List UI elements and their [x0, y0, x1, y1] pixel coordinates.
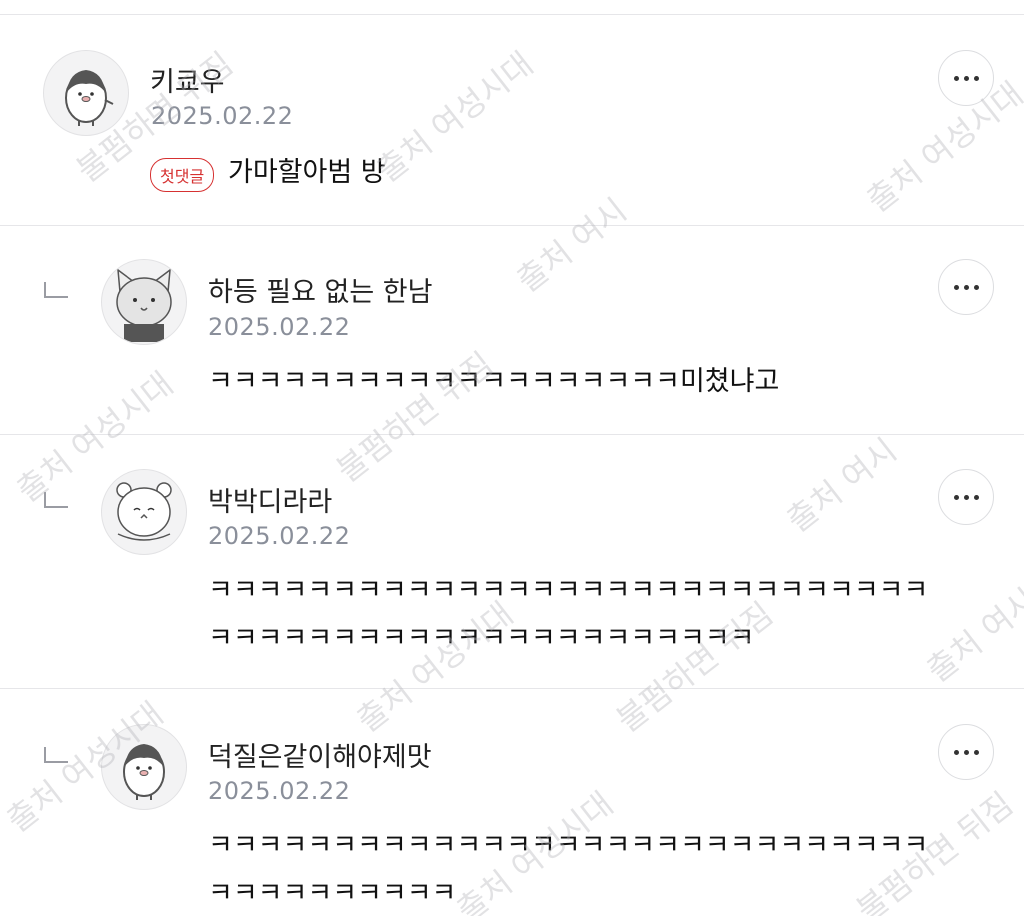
reply-arrow-icon [44, 492, 68, 508]
divider [0, 225, 1024, 226]
more-dot-icon [953, 494, 959, 500]
watermark-text: 출처 여시 [779, 430, 904, 540]
reply-arrow-icon [44, 747, 68, 763]
more-dot-icon [973, 494, 979, 500]
watermark-text: 출처 여시 [509, 190, 634, 300]
more-options-button[interactable] [938, 259, 994, 315]
more-dot-icon [963, 284, 969, 290]
comment-date: 2025.02.22 [208, 777, 351, 805]
cat-avatar-icon[interactable] [101, 259, 187, 345]
comment-date: 2025.02.22 [208, 522, 351, 550]
penguin-avatar-icon[interactable] [43, 50, 129, 136]
comment-text: ㅋㅋㅋㅋㅋㅋㅋㅋㅋㅋㅋㅋㅋㅋㅋㅋㅋㅋㅋ미쳤냐고 [208, 366, 780, 397]
author-name[interactable]: 키쿄우 [150, 60, 225, 99]
author-name[interactable]: 덕질은같이해야제맛 [208, 735, 432, 774]
more-options-button[interactable] [938, 724, 994, 780]
penguin-avatar-icon[interactable] [101, 724, 187, 810]
watermark-text: 출처 여성시대 [859, 74, 1024, 220]
author-name[interactable]: 하등 필요 없는 한남 [208, 270, 432, 309]
comment-date: 2025.02.22 [208, 313, 351, 341]
more-dot-icon [953, 749, 959, 755]
top-divider [0, 14, 1024, 15]
watermark-text: 출처 여성시대 [369, 44, 541, 190]
comment-text: ㅋㅋㅋㅋㅋㅋㅋㅋㅋㅋㅋㅋㅋㅋㅋㅋㅋㅋㅋㅋㅋㅋㅋㅋㅋㅋㅋㅋㅋ ㅋㅋㅋㅋㅋㅋㅋㅋㅋㅋ [208, 830, 929, 909]
more-dot-icon [963, 494, 969, 500]
more-dot-icon [973, 75, 979, 81]
more-dot-icon [963, 75, 969, 81]
comment-date: 2025.02.22 [151, 102, 294, 130]
first-comment-badge: 첫댓글 [150, 158, 215, 192]
more-options-button[interactable] [938, 50, 994, 106]
divider [0, 688, 1024, 689]
bear-avatar-icon[interactable] [101, 469, 187, 555]
more-options-button[interactable] [938, 469, 994, 525]
more-dot-icon [973, 284, 979, 290]
author-name[interactable]: 박박디라라 [208, 480, 332, 519]
divider [0, 434, 1024, 435]
more-dot-icon [953, 284, 959, 290]
comment-text: 가마할아범 방 [228, 157, 386, 188]
comment-text: ㅋㅋㅋㅋㅋㅋㅋㅋㅋㅋㅋㅋㅋㅋㅋㅋㅋㅋㅋㅋㅋㅋㅋㅋㅋㅋㅋㅋㅋ ㅋㅋㅋㅋㅋㅋㅋㅋㅋㅋ… [208, 575, 929, 654]
reply-arrow-icon [44, 282, 68, 298]
more-dot-icon [973, 749, 979, 755]
more-dot-icon [963, 749, 969, 755]
more-dot-icon [953, 75, 959, 81]
watermark-text: 출처 여시 [919, 580, 1024, 690]
